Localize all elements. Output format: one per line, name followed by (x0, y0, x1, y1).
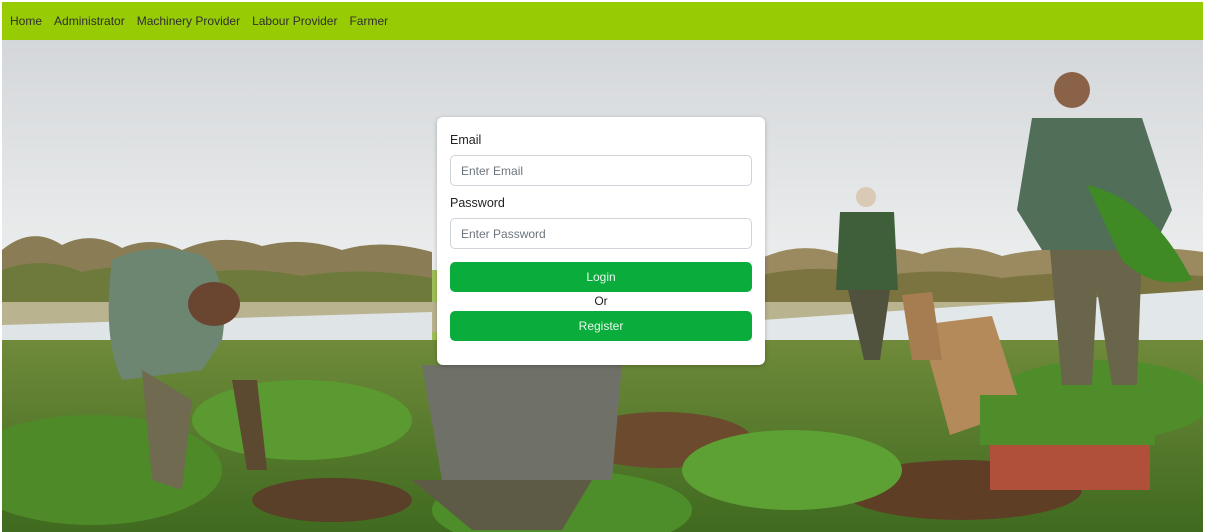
password-label: Password (450, 196, 505, 210)
nav-link-administrator[interactable]: Administrator (54, 14, 125, 28)
email-field[interactable] (450, 155, 752, 186)
login-card: Email Password Login Or Register (437, 117, 765, 365)
nav-link-machinery-provider[interactable]: Machinery Provider (137, 14, 240, 28)
register-button[interactable]: Register (450, 311, 752, 341)
nav-link-home[interactable]: Home (10, 14, 42, 28)
page-frame: Home Administrator Machinery Provider La… (2, 2, 1203, 532)
password-field[interactable] (450, 218, 752, 249)
nav-link-farmer[interactable]: Farmer (349, 14, 388, 28)
nav-link-labour-provider[interactable]: Labour Provider (252, 14, 337, 28)
email-label: Email (450, 133, 482, 147)
login-button[interactable]: Login (450, 262, 752, 292)
or-separator: Or (594, 294, 608, 308)
top-navbar: Home Administrator Machinery Provider La… (2, 2, 1203, 40)
